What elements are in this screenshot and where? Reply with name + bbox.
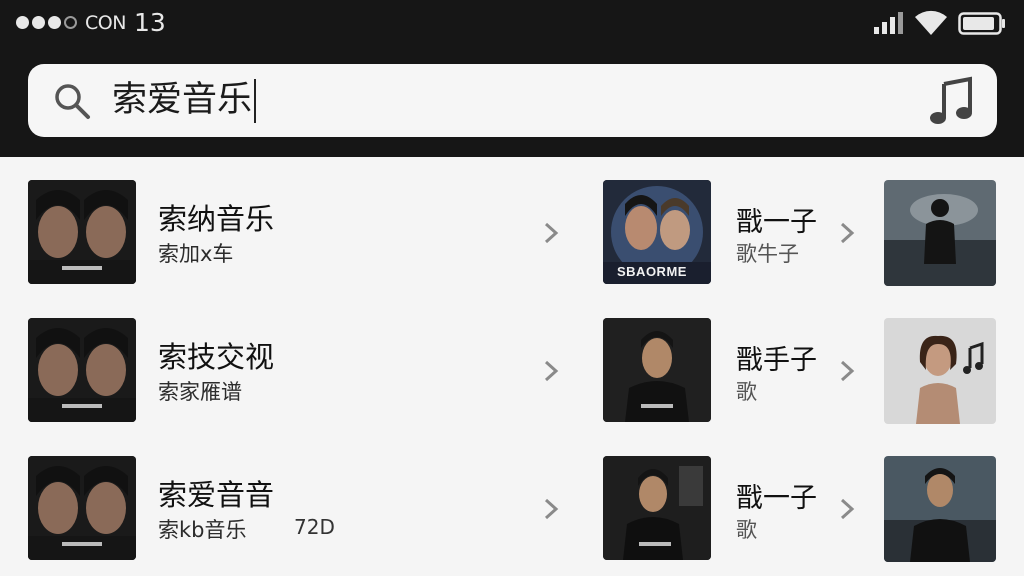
album-cover: [28, 456, 136, 560]
album-cover: [603, 456, 711, 560]
cover-text: SBAORME: [617, 264, 687, 279]
artist-image: [884, 180, 996, 286]
result-subtitle: 索家雁谱: [158, 380, 242, 404]
result-subtitle: 歌: [736, 518, 757, 542]
search-query: 索爱音乐: [112, 80, 253, 120]
search-icon[interactable]: [52, 81, 92, 121]
result-title: 戬一子: [736, 207, 817, 238]
result-subtitle: 歌: [736, 380, 757, 404]
result-title: 戬一子: [736, 483, 817, 514]
album-cover: [28, 180, 136, 284]
chevron-right-icon[interactable]: [839, 360, 855, 382]
result-extra: 72D: [294, 515, 335, 539]
result-title: 索爱音音: [158, 478, 275, 512]
album-cover: [28, 318, 136, 422]
music-note-icon[interactable]: [926, 76, 976, 126]
top-bar: CON 13 索爱音乐: [0, 0, 1024, 157]
chevron-right-icon[interactable]: [543, 498, 559, 520]
artist-image: [884, 318, 996, 424]
result-title: 索技交视: [158, 340, 275, 374]
result-subtitle: 索加x车: [158, 242, 234, 266]
carrier-name: CON: [85, 11, 126, 34]
result-row[interactable]: SBAORME 戬一子 歌牛子: [603, 180, 1003, 286]
album-cover: [603, 318, 711, 422]
result-subtitle: 歌牛子: [736, 242, 799, 266]
battery-icon: [958, 12, 1005, 35]
signal-dots-icon: [16, 16, 77, 29]
chevron-right-icon[interactable]: [839, 498, 855, 520]
clock: 13: [133, 8, 166, 37]
wifi-icon: [915, 10, 947, 35]
text-caret: [254, 79, 257, 123]
result-row[interactable]: 戬一子 歌: [603, 456, 1003, 562]
search-bar[interactable]: 索爱音乐: [28, 64, 997, 137]
carrier-info: CON 13: [16, 8, 166, 37]
result-row[interactable]: 索爱音音 索kb音乐 72D: [28, 456, 568, 560]
result-title: 索纳音乐: [158, 202, 275, 236]
result-row[interactable]: 戬手子 歌: [603, 318, 1003, 424]
result-row[interactable]: 索技交视 索家雁谱: [28, 318, 568, 422]
result-title: 戬手子: [736, 345, 817, 376]
artist-image: [884, 456, 996, 562]
result-row[interactable]: 索纳音乐 索加x车: [28, 180, 568, 284]
search-input[interactable]: 索爱音乐: [112, 76, 912, 124]
chevron-right-icon[interactable]: [839, 222, 855, 244]
chevron-right-icon[interactable]: [543, 360, 559, 382]
signal-bars-icon: [874, 12, 903, 34]
result-subtitle: 索kb音乐: [158, 518, 247, 542]
chevron-right-icon[interactable]: [543, 222, 559, 244]
status-bar: CON 13: [0, 0, 1024, 46]
